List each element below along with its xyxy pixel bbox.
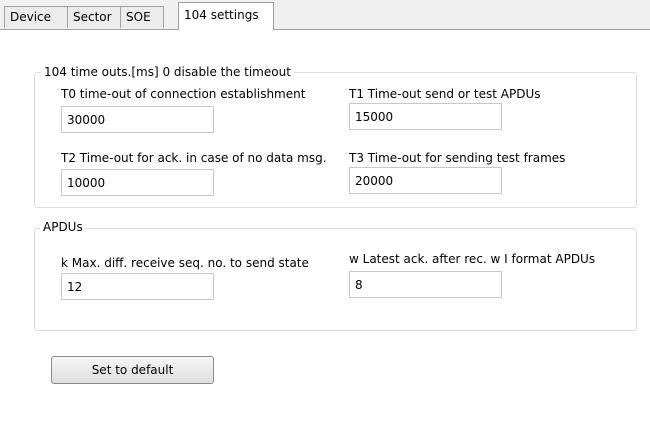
tab-bar: Device Sector SOE 104 settings: [0, 0, 650, 30]
timeouts-group-title: 104 time outs.[ms] 0 disable the timeout: [41, 65, 294, 79]
t1-label: T1 Time-out send or test APDUs: [349, 87, 541, 101]
tab-soe[interactable]: SOE: [120, 6, 164, 28]
t3-input[interactable]: [349, 167, 502, 194]
t1-input[interactable]: [349, 103, 502, 130]
settings-panel: 104 time outs.[ms] 0 disable the timeout…: [0, 29, 650, 448]
tab-sector[interactable]: Sector: [67, 6, 121, 28]
w-input[interactable]: [349, 271, 502, 298]
tab-104-settings[interactable]: 104 settings: [178, 2, 274, 30]
t2-label: T2 Time-out for ack. in case of no data …: [61, 151, 327, 165]
k-label: k Max. diff. receive seq. no. to send st…: [61, 256, 309, 270]
tab-device[interactable]: Device: [4, 6, 68, 28]
t0-input[interactable]: [61, 106, 214, 133]
t3-label: T3 Time-out for sending test frames: [349, 151, 566, 165]
k-input[interactable]: [61, 273, 214, 300]
w-label: w Latest ack. after rec. w I format APDU…: [349, 252, 596, 266]
t0-label: T0 time-out of connection establishment: [61, 87, 306, 101]
set-to-default-button[interactable]: Set to default: [51, 356, 214, 384]
apdus-group-title: APDUs: [40, 220, 86, 234]
t2-input[interactable]: [61, 169, 214, 196]
